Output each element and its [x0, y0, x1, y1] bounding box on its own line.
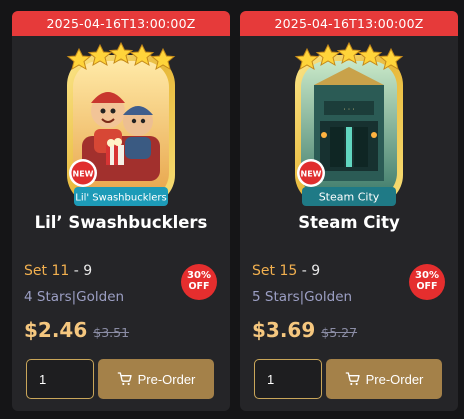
set-separator: -	[297, 263, 312, 279]
pre-order-button[interactable]: Pre-Order	[326, 359, 442, 399]
set-info: Set 11 - 9	[24, 263, 92, 279]
current-price: $3.69	[252, 318, 316, 342]
new-badge-text: NEW	[73, 170, 94, 179]
svg-text:· · ·: · · ·	[343, 106, 354, 114]
quantity-input[interactable]	[26, 359, 94, 399]
discount-badge: 30% OFF	[181, 264, 217, 300]
pre-order-label: Pre-Order	[137, 371, 196, 387]
set-separator: -	[69, 263, 84, 279]
original-price: $5.27	[321, 325, 358, 340]
set-number: 9	[83, 263, 93, 279]
discount-off-label: OFF	[188, 281, 210, 292]
release-date-bar: 2025-04-16T13:00:00Z	[240, 11, 458, 36]
discount-badge: 30% OFF	[409, 264, 445, 300]
cart-icon	[345, 371, 361, 387]
discount-off-label: OFF	[416, 281, 438, 292]
set-number: 9	[311, 263, 321, 279]
card-title[interactable]: Lil’ Swashbucklers	[12, 213, 230, 232]
pre-order-button[interactable]: Pre-Order	[98, 359, 214, 399]
set-info: Set 15 - 9	[252, 263, 320, 279]
cart-icon	[117, 371, 133, 387]
sticker-banner-text: Lil' Swashbucklers	[75, 193, 166, 204]
sticker-banner-text: Steam City	[319, 191, 380, 204]
quantity-input[interactable]	[254, 359, 322, 399]
product-card[interactable]: 2025-04-16T13:00:00Z Lil' Swashbucklers …	[12, 11, 230, 411]
new-badge-text: NEW	[301, 170, 322, 179]
original-price: $3.51	[93, 325, 130, 340]
price-row: $2.46 $3.51	[24, 318, 129, 348]
set-name: Set 11	[24, 263, 70, 279]
price-row: $3.69 $5.27	[252, 318, 357, 348]
card-title[interactable]: Steam City	[240, 213, 458, 232]
sticker-steam-city-icon[interactable]: · · · Steam City NEW	[290, 41, 408, 211]
discount-percent: 30%	[187, 270, 211, 281]
release-date-bar: 2025-04-16T13:00:00Z	[12, 11, 230, 36]
stars-label: 5 Stars|Golden	[252, 289, 353, 305]
current-price: $2.46	[24, 318, 88, 342]
sticker-lil-swashbucklers-icon[interactable]: Lil' Swashbucklers NEW	[62, 41, 180, 211]
discount-percent: 30%	[415, 270, 439, 281]
stars-label: 4 Stars|Golden	[24, 289, 125, 305]
pre-order-label: Pre-Order	[365, 371, 424, 387]
set-name: Set 15	[252, 263, 298, 279]
product-card[interactable]: 2025-04-16T13:00:00Z · · · Steam City NE…	[240, 11, 458, 411]
